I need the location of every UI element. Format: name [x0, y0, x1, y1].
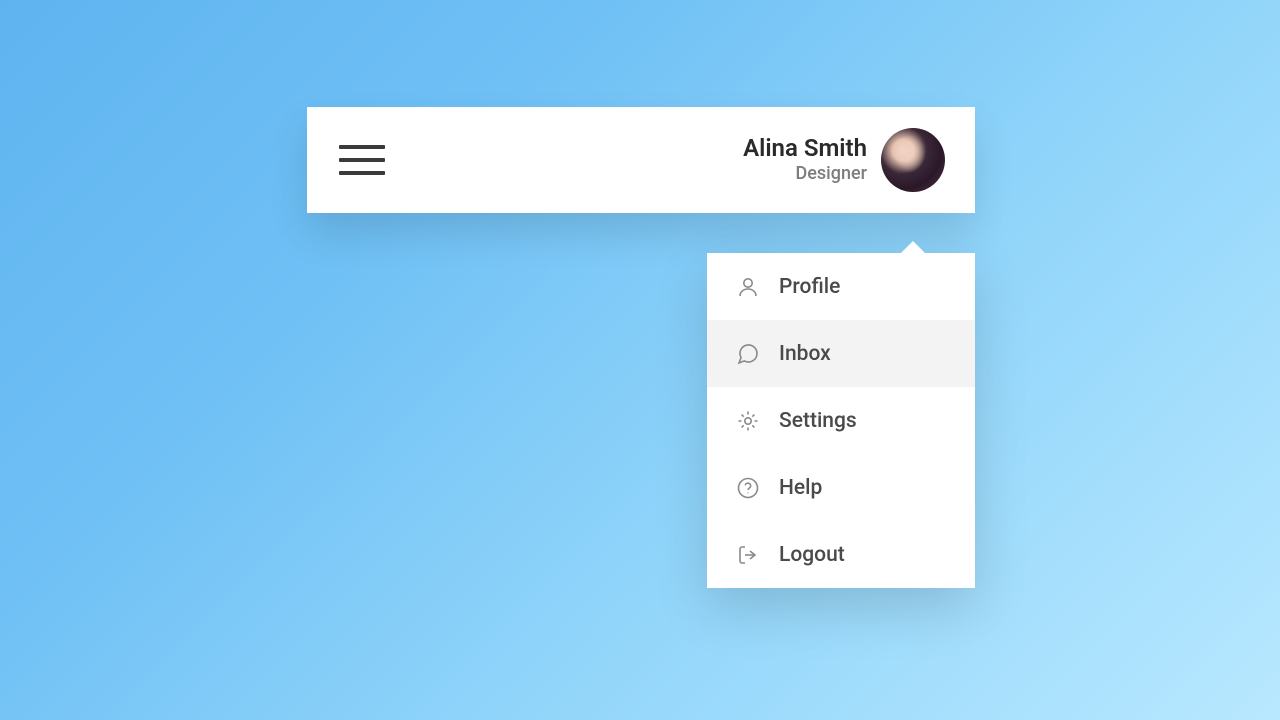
user-text: Alina Smith Designer: [743, 135, 867, 185]
menu-label: Help: [779, 476, 822, 500]
topbar: Alina Smith Designer: [307, 107, 975, 213]
menu-item-inbox[interactable]: Inbox: [707, 320, 975, 387]
gear-icon: [735, 408, 761, 434]
profile-dropdown: Profile Inbox Settings Help Logout: [707, 253, 975, 588]
user-name: Alina Smith: [743, 135, 867, 161]
hamburger-menu-button[interactable]: [339, 145, 385, 175]
user-icon: [735, 274, 761, 300]
menu-item-logout[interactable]: Logout: [707, 521, 975, 588]
menu-item-profile[interactable]: Profile: [707, 253, 975, 320]
menu-label: Settings: [779, 409, 857, 433]
menu-label: Profile: [779, 275, 840, 299]
menu-item-help[interactable]: Help: [707, 454, 975, 521]
logout-icon: [735, 542, 761, 568]
menu-label: Inbox: [779, 342, 831, 366]
chat-icon: [735, 341, 761, 367]
menu-item-settings[interactable]: Settings: [707, 387, 975, 454]
menu-label: Logout: [779, 543, 845, 567]
question-icon: [735, 475, 761, 501]
avatar[interactable]: [881, 128, 945, 192]
user-role: Designer: [743, 163, 867, 185]
user-profile-trigger[interactable]: Alina Smith Designer: [743, 128, 945, 192]
